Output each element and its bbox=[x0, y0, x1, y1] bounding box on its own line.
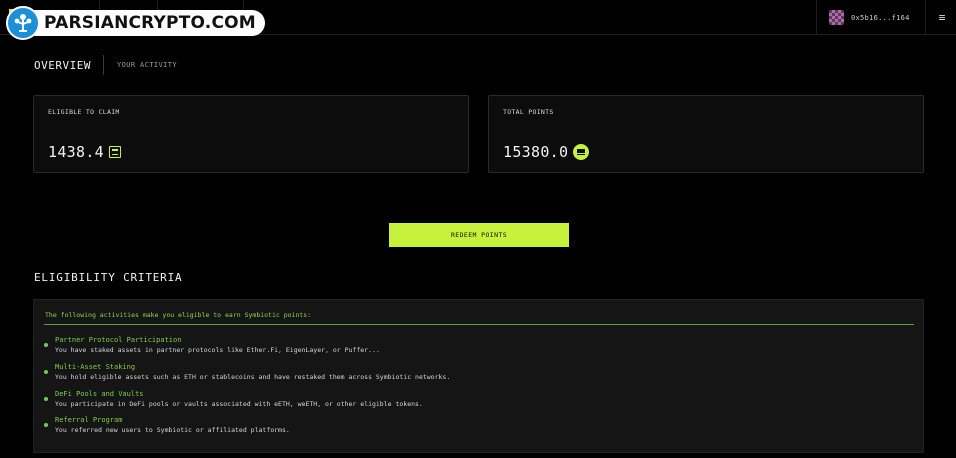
overview-tabs: OVERVIEW YOUR ACTIVITY bbox=[34, 54, 177, 76]
tab-your-activity[interactable]: YOUR ACTIVITY bbox=[104, 61, 177, 69]
criteria-divider bbox=[44, 324, 914, 325]
redeem-points-button[interactable]: REDEEM POINTS bbox=[389, 223, 569, 247]
watermark-pill: PARSIANCRYPTO.COM bbox=[30, 9, 265, 36]
parsiancrypto-watermark: PARSIANCRYPTO.COM bbox=[6, 5, 265, 40]
total-points-amount: 15380.0 bbox=[503, 143, 569, 161]
bullet-dot bbox=[44, 370, 48, 374]
criteria-item-desc: You hold eligible assets such as ETH or … bbox=[55, 373, 451, 381]
criteria-item-desc: You have staked assets in partner protoc… bbox=[55, 346, 380, 354]
parsiancrypto-logo-icon bbox=[6, 5, 40, 40]
criteria-item-title: DeFi Pools and Vaults bbox=[55, 390, 144, 398]
menu-icon[interactable]: ≡ bbox=[928, 0, 956, 35]
criteria-item-desc: You referred new users to Symbiotic or a… bbox=[55, 426, 290, 434]
criteria-intro: The following activities make you eligib… bbox=[45, 311, 312, 319]
eligibility-title: ELIGIBILITY CRITERIA bbox=[34, 271, 183, 284]
criteria-item-title: Referral Program bbox=[55, 416, 123, 424]
card-value-row: 1438.4 bbox=[48, 143, 121, 161]
eligible-amount: 1438.4 bbox=[48, 143, 104, 161]
card-value-row: 15380.0 bbox=[503, 143, 590, 161]
total-points-card: TOTAL POINTS 15380.0 bbox=[488, 95, 924, 173]
wallet-avatar bbox=[829, 10, 844, 25]
eligible-to-claim-card: ELIGIBLE TO CLAIM 1438.4 bbox=[33, 95, 469, 173]
criteria-item-title: Partner Protocol Participation bbox=[55, 336, 182, 344]
bullet-dot bbox=[44, 343, 48, 347]
watermark-text: PARSIANCRYPTO.COM bbox=[44, 12, 256, 33]
card-label: ELIGIBLE TO CLAIM bbox=[48, 108, 120, 116]
symbiotic-s-filled-icon bbox=[573, 144, 590, 160]
tab-overview[interactable]: OVERVIEW bbox=[34, 59, 103, 72]
wallet-button[interactable]: 0x5b16...f164 bbox=[816, 0, 926, 35]
eligibility-criteria-panel: The following activities make you eligib… bbox=[33, 299, 924, 453]
card-label: TOTAL POINTS bbox=[503, 108, 554, 116]
wallet-address: 0x5b16...f164 bbox=[851, 13, 910, 22]
bullet-dot bbox=[44, 423, 48, 427]
bullet-dot bbox=[44, 397, 48, 401]
criteria-item-title: Multi-Asset Staking bbox=[55, 363, 136, 371]
criteria-item-desc: You participate in DeFi pools or vaults … bbox=[55, 400, 423, 408]
symbiotic-s-outline-icon bbox=[109, 146, 121, 158]
